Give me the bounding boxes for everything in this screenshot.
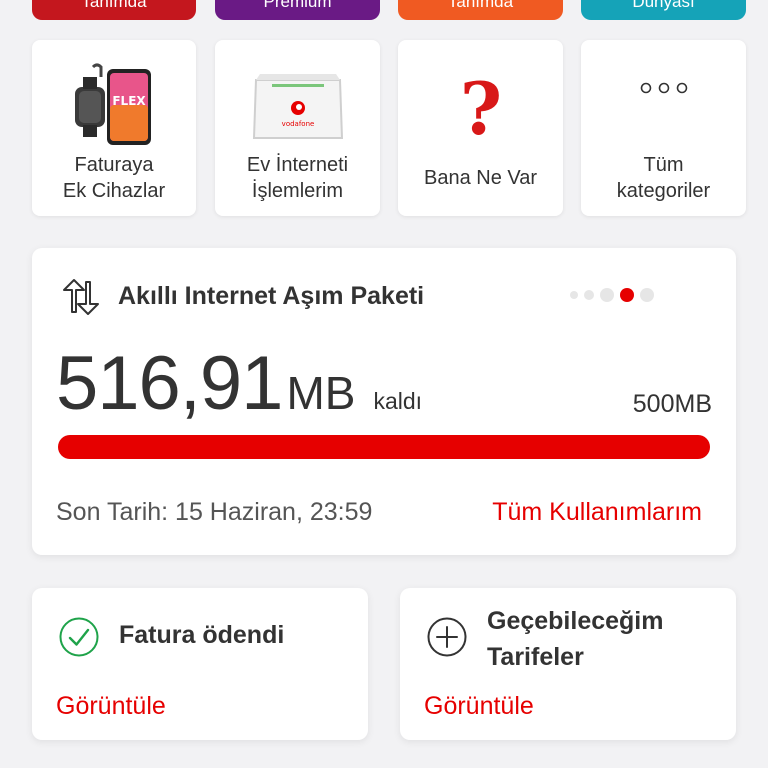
data-transfer-icon [60, 278, 100, 321]
carousel-dot[interactable] [600, 288, 614, 302]
deadline-text: Son Tarih: 15 Haziran, 23:59 [56, 498, 373, 526]
pill-button-4[interactable]: Dünyası [581, 0, 746, 20]
tariffs-view-link[interactable]: Görüntüle [424, 692, 534, 721]
category-tile-bana-ne-var[interactable]: ? Bana Ne Var [398, 40, 563, 216]
category-tile-all-categories[interactable]: Tüm kategoriler [581, 40, 746, 216]
category-label-line1: Faturaya [74, 154, 154, 176]
question-mark-icon: ? [398, 58, 563, 158]
category-label-line2: İşlemlerim [251, 180, 344, 202]
svg-text:FLEX: FLEX [112, 94, 146, 108]
remaining-unit: MB [286, 367, 356, 419]
carousel-dot[interactable] [570, 291, 578, 299]
package-total: 500MB [632, 390, 712, 418]
tariffs-title-line2: Tarifeler [487, 643, 584, 671]
pill-label: Dünyası [632, 0, 695, 11]
plus-circle-icon [426, 616, 468, 663]
all-usage-link[interactable]: Tüm Kullanımlarım [492, 498, 702, 527]
category-label-line2: kategoriler [616, 180, 711, 202]
more-dots-icon [581, 58, 746, 158]
category-label-line1: Tüm [643, 154, 684, 176]
category-label-line1: Ev İnterneti [246, 154, 349, 176]
available-tariffs-card[interactable]: Geçebileceğim Tarifeler Görüntüle [400, 588, 736, 740]
category-label-line1: Bana Ne Var [423, 167, 538, 189]
category-tile-extra-devices[interactable]: FLEX Faturaya Ek Cihazlar [32, 40, 196, 216]
carousel-indicator [570, 288, 654, 302]
remaining-suffix: kaldı [373, 388, 423, 414]
modem-icon: vodafone [215, 58, 380, 158]
package-title: Akıllı Internet Aşım Paketi [118, 282, 425, 310]
svg-text:vodafone: vodafone [281, 120, 314, 128]
bill-paid-card[interactable]: Fatura ödendi Görüntüle [32, 588, 368, 740]
pill-label: Tanımda [81, 0, 147, 11]
bill-view-link[interactable]: Görüntüle [56, 692, 166, 721]
usage-progress-track [58, 435, 710, 459]
remaining-value: 516,91 [56, 341, 283, 426]
pill-button-2[interactable]: Premium [215, 0, 380, 20]
category-tile-home-internet[interactable]: vodafone Ev İnterneti İşlemlerim [215, 40, 380, 216]
pill-button-3[interactable]: Tanımda [398, 0, 563, 20]
svg-text:?: ? [459, 68, 501, 148]
tariffs-title-line1: Geçebileceğim [487, 607, 664, 635]
carousel-dot-active[interactable] [620, 288, 634, 302]
check-circle-icon [58, 616, 100, 663]
pill-label: Tanımda [447, 0, 514, 11]
pill-label: Premium [263, 0, 332, 11]
category-label-line2: Ek Cihazlar [62, 180, 166, 202]
bill-status-title: Fatura ödendi [119, 621, 285, 649]
phone-watch-bundle-icon: FLEX [32, 58, 196, 158]
usage-progress-fill [58, 435, 710, 459]
carousel-dot[interactable] [640, 288, 654, 302]
pill-button-1[interactable]: Tanımda [32, 0, 196, 20]
carousel-dot[interactable] [584, 290, 594, 300]
